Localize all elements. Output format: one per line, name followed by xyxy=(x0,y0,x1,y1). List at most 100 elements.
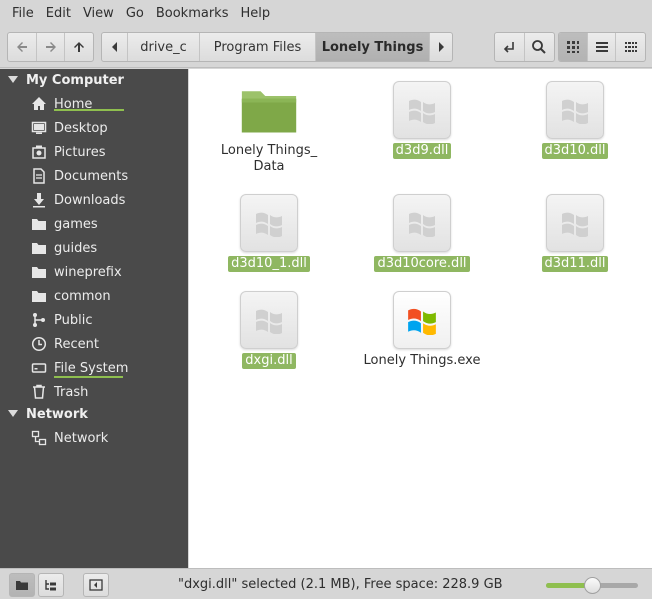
menu-view[interactable]: View xyxy=(77,6,120,21)
sidebar: My Computer Home Desktop Pictures Docume… xyxy=(0,69,188,568)
file-item-dll[interactable]: d3d10_1.dll xyxy=(195,194,343,272)
sidebar-item-games[interactable]: games xyxy=(0,212,188,236)
breadcrumb-scroll-right[interactable] xyxy=(430,33,452,61)
trash-icon xyxy=(29,382,49,402)
status-bar: "dxgi.dll" selected (2.1 MB), Free space… xyxy=(0,568,652,599)
sidebar-item-pictures[interactable]: Pictures xyxy=(0,140,188,164)
windows-logo-icon xyxy=(393,81,451,139)
drive-icon xyxy=(29,358,49,378)
desktop-icon xyxy=(29,118,49,138)
pictures-icon xyxy=(29,142,49,162)
breadcrumb-lonely-things[interactable]: Lonely Things xyxy=(316,33,430,61)
location-search-group xyxy=(494,32,555,62)
places-icon xyxy=(16,581,28,590)
sidebar-item-label: wineprefix xyxy=(54,264,122,280)
hide-sidebar-button[interactable] xyxy=(83,573,109,597)
file-item-dll[interactable]: d3d10core.dll xyxy=(348,194,496,272)
tree-icon xyxy=(45,580,56,591)
sidebar-item-label: Desktop xyxy=(54,120,108,136)
section-title: Network xyxy=(26,406,88,422)
menu-go[interactable]: Go xyxy=(120,6,150,21)
network-icon xyxy=(29,428,49,448)
file-name: d3d11.dll xyxy=(541,256,609,272)
list-view-button[interactable] xyxy=(588,33,617,61)
sidebar-item-label: games xyxy=(54,216,98,232)
windows-logo-icon xyxy=(240,291,298,349)
downloads-icon xyxy=(29,190,49,210)
sidebar-item-downloads[interactable]: Downloads xyxy=(0,188,188,212)
zoom-slider[interactable] xyxy=(546,577,638,594)
sidebar-item-desktop[interactable]: Desktop xyxy=(0,116,188,140)
back-button[interactable] xyxy=(8,33,37,61)
zoom-knob[interactable] xyxy=(583,577,601,594)
file-name: dxgi.dll xyxy=(242,353,296,369)
sidebar-item-label: Pictures xyxy=(54,144,106,160)
documents-icon xyxy=(29,166,49,186)
windows-logo-icon xyxy=(240,194,298,252)
sidebar-item-network[interactable]: Network xyxy=(0,426,188,450)
chevron-left-icon xyxy=(111,42,117,52)
grid-icon xyxy=(566,41,579,53)
sidebar-item-label: Network xyxy=(54,430,109,446)
breadcrumb-drive-c[interactable]: drive_c xyxy=(128,33,200,61)
menu-file[interactable]: File xyxy=(6,6,40,21)
file-view: Lonely Things_ Data d3d9.dll d3d10.dll d… xyxy=(189,69,652,568)
file-item-dll[interactable]: d3d10.dll xyxy=(501,81,649,159)
menu-bookmarks[interactable]: Bookmarks xyxy=(150,6,235,21)
triangle-down-icon xyxy=(8,76,18,83)
sidebar-item-label: Downloads xyxy=(54,192,126,208)
status-text: "dxgi.dll" selected (2.1 MB), Free space… xyxy=(178,577,503,592)
breadcrumb-scroll-left[interactable] xyxy=(102,33,128,61)
folder-icon xyxy=(29,238,49,258)
compact-list-icon xyxy=(624,42,637,52)
file-item-exe[interactable]: Lonely Things.exe xyxy=(348,291,496,369)
sidebar-item-recent[interactable]: Recent xyxy=(0,332,188,356)
view-mode-group xyxy=(558,32,646,62)
folder-icon xyxy=(29,214,49,234)
section-my-computer[interactable]: My Computer xyxy=(0,69,124,91)
sidebar-item-documents[interactable]: Documents xyxy=(0,164,188,188)
folder-icon xyxy=(240,81,298,139)
navigation-buttons xyxy=(7,32,94,62)
home-icon xyxy=(29,94,49,114)
arrow-left-icon xyxy=(16,42,27,52)
section-title: My Computer xyxy=(26,72,124,88)
sidebar-item-label: common xyxy=(54,288,111,304)
usage-bar xyxy=(54,376,123,378)
compact-view-button[interactable] xyxy=(616,33,645,61)
sidebar-item-label: Recent xyxy=(54,336,99,352)
show-places-button[interactable] xyxy=(9,573,35,597)
clock-icon xyxy=(29,334,49,354)
file-item-dll[interactable]: d3d11.dll xyxy=(501,194,649,272)
toggle-location-button[interactable] xyxy=(495,33,525,61)
sidebar-item-home[interactable]: Home xyxy=(0,92,188,116)
breadcrumb-program-files[interactable]: Program Files xyxy=(200,33,316,61)
sidebar-item-public[interactable]: Public xyxy=(0,308,188,332)
file-item-folder[interactable]: Lonely Things_ Data xyxy=(195,81,343,175)
section-network[interactable]: Network xyxy=(0,403,88,425)
sidebar-item-wineprefix[interactable]: wineprefix xyxy=(0,260,188,284)
windows-app-icon xyxy=(393,291,451,349)
show-tree-button[interactable] xyxy=(38,573,64,597)
sidebar-item-common[interactable]: common xyxy=(0,284,188,308)
menu-help[interactable]: Help xyxy=(234,6,276,21)
search-button[interactable] xyxy=(525,33,554,61)
forward-button[interactable] xyxy=(37,33,66,61)
toolbar: drive_c Program Files Lonely Things xyxy=(0,27,652,68)
sidebar-item-file-system[interactable]: File System xyxy=(0,356,188,380)
file-name: Lonely Things.exe xyxy=(363,353,481,368)
sidebar-item-guides[interactable]: guides xyxy=(0,236,188,260)
icon-view-button[interactable] xyxy=(559,33,588,61)
folder-icon xyxy=(29,262,49,282)
triangle-down-icon xyxy=(8,410,18,417)
file-item-dll[interactable]: dxgi.dll xyxy=(195,291,343,369)
windows-logo-icon xyxy=(393,194,451,252)
up-button[interactable] xyxy=(65,33,93,61)
location-toggle-icon xyxy=(504,42,515,53)
file-item-dll[interactable]: d3d9.dll xyxy=(348,81,496,159)
chevron-right-icon xyxy=(439,42,444,52)
windows-logo-icon xyxy=(546,81,604,139)
sidebar-item-trash[interactable]: Trash xyxy=(0,380,188,404)
sidebar-item-label: Documents xyxy=(54,168,129,184)
menu-edit[interactable]: Edit xyxy=(40,6,77,21)
